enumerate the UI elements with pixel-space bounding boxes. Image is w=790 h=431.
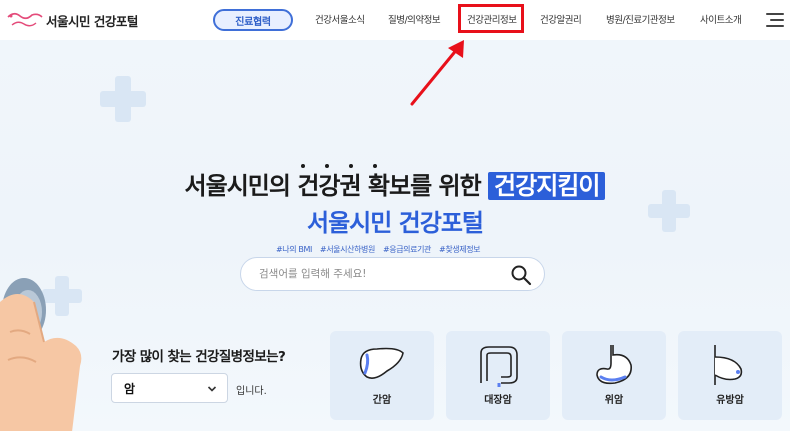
logo-text: 서울시민 건강포털 xyxy=(46,13,138,29)
hero-subheadline: 서울시민 건강포털 xyxy=(307,209,484,237)
search-bar xyxy=(240,257,545,291)
hashtag-bmi[interactable]: #나의 BMI xyxy=(276,244,312,255)
card-label: 위암 xyxy=(604,395,624,406)
colon-icon xyxy=(480,346,518,387)
disease-select-value: 암 xyxy=(124,381,136,396)
card-label: 대장암 xyxy=(484,395,512,406)
hashtag-info[interactable]: #찾생제정보 xyxy=(439,244,481,255)
cross-decoration-icon xyxy=(100,76,146,122)
chevron-down-icon xyxy=(207,386,217,392)
search-input[interactable] xyxy=(259,268,499,280)
breast-icon xyxy=(714,345,743,385)
site-logo[interactable]: 서울시민 건강포털 xyxy=(6,6,138,34)
logo-mark-icon xyxy=(6,7,44,33)
nav-item-hospital-info[interactable]: 병원/진료기관정보 xyxy=(606,12,675,26)
hero-headline: 서울시민의 건강권 확보를 위한 건강지킴이 xyxy=(0,164,790,201)
stomach-icon xyxy=(596,345,632,385)
disease-select[interactable]: 암 xyxy=(111,373,228,403)
search-icon[interactable] xyxy=(510,264,532,286)
hashtag-city-hospital[interactable]: #서울시산하병원 xyxy=(320,244,375,255)
hero-headline-dotted: 건강권 xyxy=(297,164,378,200)
hashtag-list: #나의 BMI #서울시산하병원 #응급의료기관 #찾생제정보 xyxy=(276,244,481,255)
popular-question: 가장 많이 찾는 건강질병정보는? xyxy=(112,349,286,365)
arrow-annotation-icon xyxy=(410,40,464,106)
nav-item-site-intro[interactable]: 사이트소개 xyxy=(700,12,742,26)
hero-highlight: 건강지킴이 xyxy=(488,172,606,200)
card-colon-cancer[interactable]: 대장암 xyxy=(446,331,550,420)
card-label: 간암 xyxy=(372,395,392,406)
nav-item-right-to-know[interactable]: 건강알권리 xyxy=(540,12,582,26)
card-stomach-cancer[interactable]: 위암 xyxy=(562,331,666,420)
card-breast-cancer[interactable]: 유방암 xyxy=(678,331,782,420)
liver-icon xyxy=(359,347,404,379)
card-liver-cancer[interactable]: 간암 xyxy=(330,331,434,420)
nav-cooperation-button[interactable]: 진료협력 xyxy=(213,9,293,31)
nav-item-health-news[interactable]: 건강서울소식 xyxy=(315,12,365,26)
site-header: 서울시민 건강포털 진료협력 건강서울소식 질병/의약정보 건강관리정보 건강알… xyxy=(0,0,790,40)
card-label: 유방암 xyxy=(716,395,744,406)
hero-headline-part2: 확보를 위한 xyxy=(360,172,489,200)
highlight-box xyxy=(458,4,524,33)
menu-icon[interactable] xyxy=(766,13,784,27)
hand-illustration-icon xyxy=(0,278,82,431)
hero-headline-part1: 서울시민의 xyxy=(184,172,298,200)
select-suffix: 입니다. xyxy=(236,386,267,397)
hashtag-emergency[interactable]: #응급의료기관 xyxy=(383,244,431,255)
nav-item-disease-info[interactable]: 질병/의약정보 xyxy=(388,12,441,26)
